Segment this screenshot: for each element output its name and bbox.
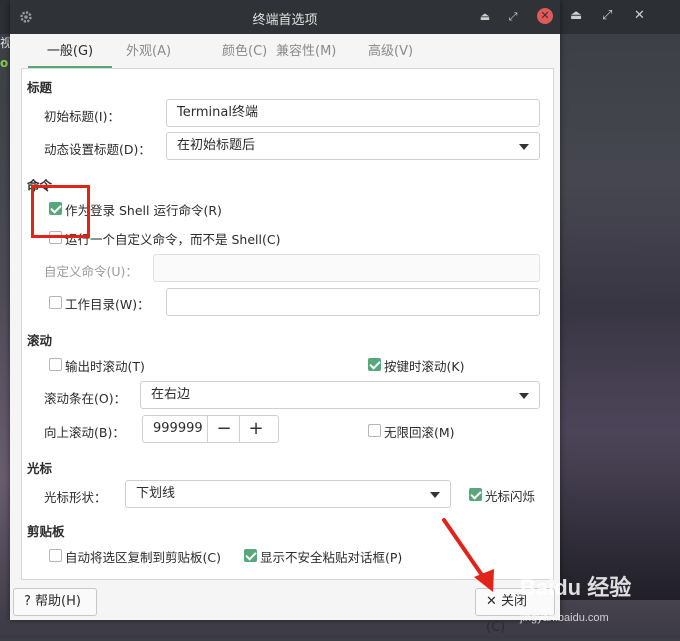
- plus-icon[interactable]: +: [239, 416, 272, 442]
- custom-command-input[interactable]: [153, 254, 540, 282]
- background-shade-icon[interactable]: ⏏: [570, 8, 582, 23]
- initial-title-input[interactable]: Terminal终端: [166, 99, 540, 127]
- tab-compatibility[interactable]: 兼容性(M): [272, 38, 340, 66]
- scrollbar-select[interactable]: 在右边: [140, 381, 540, 409]
- custom-command-label: 自定义命令(U)：: [44, 264, 138, 279]
- initial-title-label: 初始标题(I)：: [44, 109, 120, 124]
- unsafe-paste-label[interactable]: 显示不安全粘贴对话框(P): [260, 547, 402, 566]
- background-window-titlebar: ⏏ ⤢ ✕: [560, 0, 680, 34]
- background-terminal-edge: 视 o: [0, 34, 12, 94]
- annotation-highlight-box: [31, 185, 90, 238]
- tab-general[interactable]: 一般(G): [28, 38, 112, 69]
- scroll-on-output-label[interactable]: 输出时滚动(T): [65, 356, 145, 375]
- background-maximize-icon[interactable]: ⤢: [602, 8, 612, 23]
- help-button-label: 帮助(H): [35, 594, 81, 609]
- shade-icon[interactable]: ⏏: [476, 8, 494, 26]
- auto-copy-checkbox[interactable]: [49, 549, 62, 562]
- cursor-shape-label: 光标形状：: [44, 490, 107, 505]
- chevron-down-icon: [519, 144, 529, 150]
- scrollbar-label: 滚动条在(O)：: [44, 391, 127, 406]
- dialog-titlebar[interactable]: 终端首选项 ⏏ ⤢ ✕: [10, 0, 560, 34]
- section-clipboard-heading: 剪贴板: [27, 524, 65, 539]
- dynamic-title-select[interactable]: 在初始标题后: [166, 132, 540, 160]
- scroll-on-keystroke-checkbox[interactable]: [368, 358, 381, 371]
- maximize-icon[interactable]: ⤢: [504, 8, 522, 26]
- dynamic-title-value: 在初始标题后: [177, 138, 256, 153]
- scrollback-spinner[interactable]: 999999 − +: [142, 415, 279, 443]
- help-button[interactable]: ? 帮助(H): [13, 588, 97, 616]
- wallpaper-mountain: [560, 180, 680, 600]
- tab-appearance[interactable]: 外观(A): [122, 38, 175, 66]
- background-prompt-text: o: [0, 56, 9, 70]
- section-title-heading: 标题: [27, 80, 53, 95]
- unsafe-paste-checkbox[interactable]: [244, 549, 257, 562]
- minus-icon[interactable]: −: [207, 416, 240, 442]
- watermark-logo: Baidu 经验: [520, 575, 632, 600]
- section-cursor-heading: 光标: [27, 461, 53, 476]
- chevron-down-icon: [430, 492, 440, 498]
- tab-bar: 一般(G) 外观(A) 颜色(C) 兼容性(M) 高级(V): [22, 38, 558, 69]
- tab-advanced[interactable]: 高级(V): [364, 38, 417, 66]
- dynamic-title-label: 动态设置标题(D)：: [44, 142, 151, 157]
- scrollbar-value: 在右边: [151, 387, 191, 402]
- auto-copy-label[interactable]: 自动将选区复制到剪贴板(C): [65, 547, 221, 566]
- unlimited-scrollback-checkbox[interactable]: [368, 424, 381, 437]
- background-close-icon[interactable]: ✕: [634, 8, 645, 23]
- working-dir-input[interactable]: [166, 288, 540, 316]
- annotation-arrow: [442, 518, 494, 592]
- cursor-blink-label[interactable]: 光标闪烁: [485, 486, 535, 505]
- cursor-blink-checkbox[interactable]: [469, 488, 482, 501]
- watermark-url: jingyan.baidu.com: [520, 612, 609, 624]
- scroll-on-keystroke-label[interactable]: 按键时滚动(K): [384, 356, 464, 375]
- help-icon: ?: [24, 594, 31, 609]
- custom-command-check-label[interactable]: 运行一个自定义命令，而不是 Shell(C): [65, 229, 280, 248]
- cursor-shape-value: 下划线: [136, 486, 176, 501]
- scrollback-value[interactable]: 999999: [143, 416, 207, 442]
- close-button-icon: ✕: [486, 594, 497, 609]
- chevron-down-icon: [519, 393, 529, 399]
- scrollback-label: 向上滚动(B)：: [44, 425, 125, 440]
- working-dir-label[interactable]: 工作目录(W)：: [65, 294, 150, 313]
- section-scroll-heading: 滚动: [27, 333, 53, 348]
- scroll-on-output-checkbox[interactable]: [49, 358, 62, 371]
- general-panel: 标题 初始标题(I)： Terminal终端 动态设置标题(D)： 在初始标题后…: [21, 68, 554, 580]
- tab-colors[interactable]: 颜色(C): [218, 38, 271, 66]
- working-dir-checkbox[interactable]: [49, 296, 62, 309]
- close-icon[interactable]: ✕: [537, 8, 553, 24]
- unlimited-scrollback-label[interactable]: 无限回滚(M): [384, 422, 455, 441]
- cursor-shape-select[interactable]: 下划线: [125, 480, 451, 508]
